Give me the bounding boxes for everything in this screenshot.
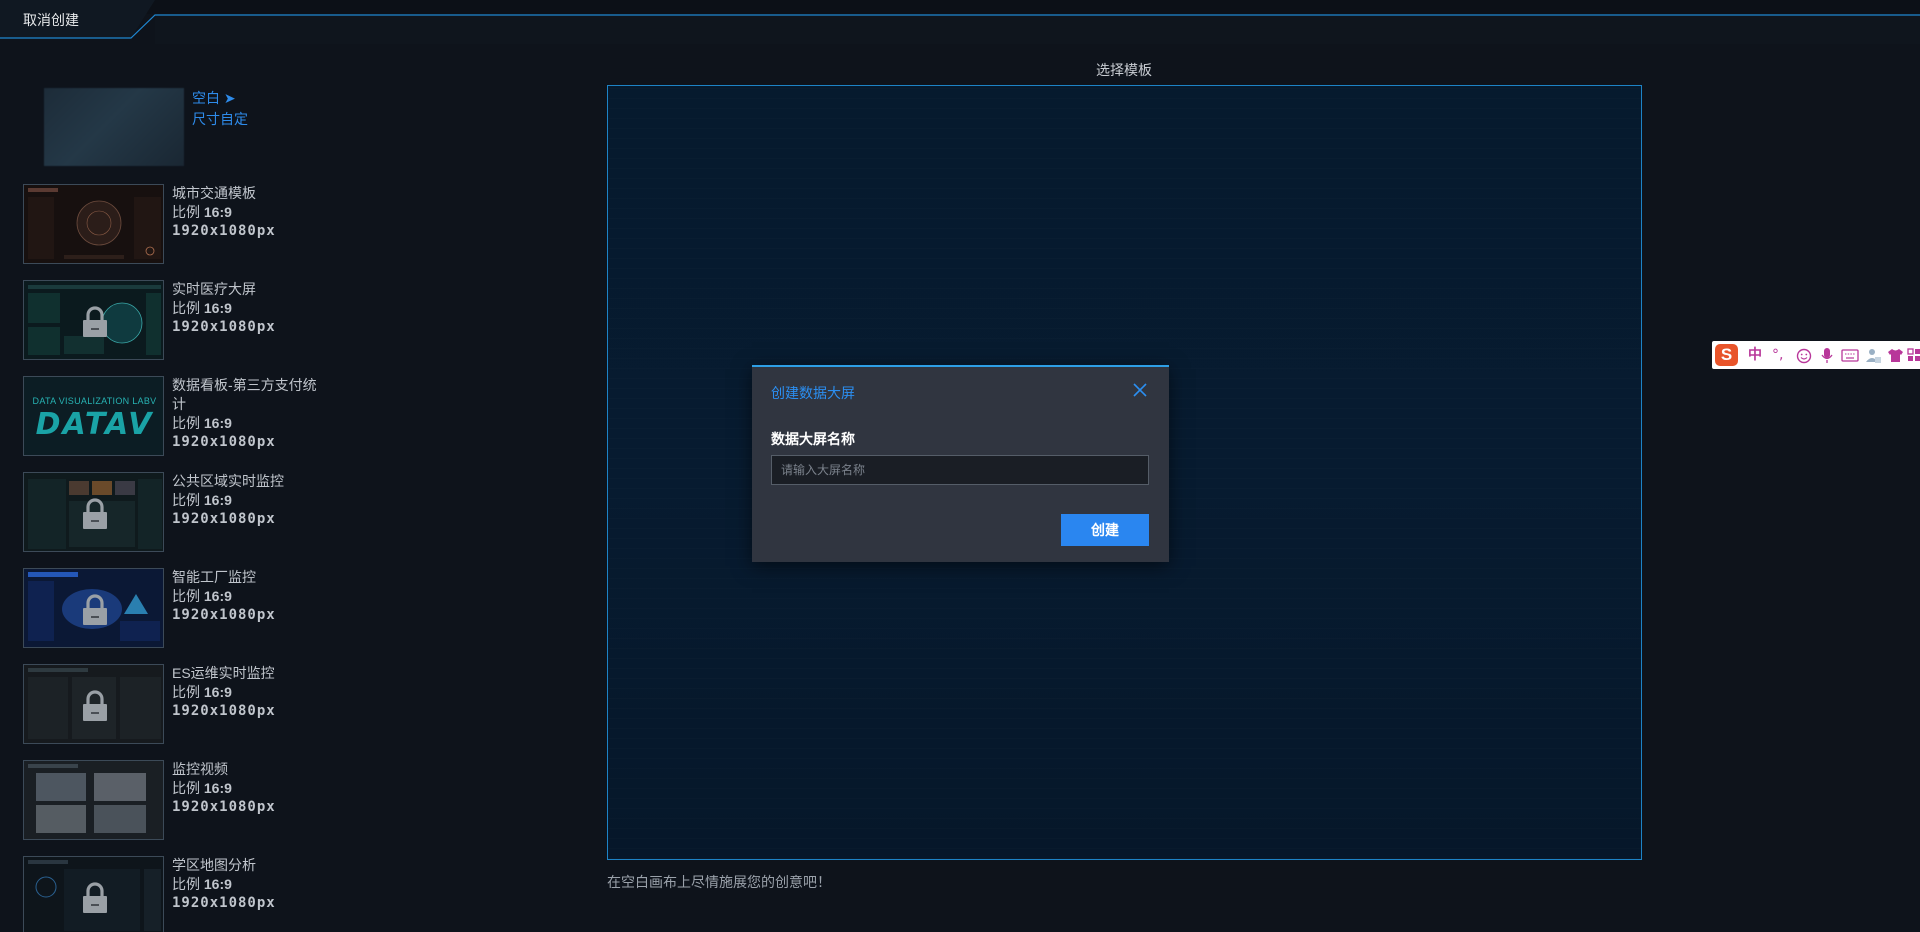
- template-thumbnail[interactable]: [23, 184, 164, 264]
- template-item[interactable]: 监控视频 比例 16:9 1920x1080px: [23, 760, 313, 840]
- screen-name-input[interactable]: [771, 455, 1149, 485]
- canvas-hint: 在空白画布上尽情施展您的创意吧！: [607, 874, 831, 890]
- template-size: 1920x1080px: [172, 434, 276, 450]
- template-size: 1920x1080px: [172, 511, 276, 527]
- create-button[interactable]: 创建: [1061, 514, 1149, 546]
- ime-mode-toggle[interactable]: 中: [1748, 345, 1762, 365]
- template-name: 数据看板-第三方支付统计: [172, 377, 317, 412]
- blank-template-thumbnail[interactable]: [44, 88, 184, 166]
- canvas-title: 选择模板: [1096, 62, 1152, 78]
- template-item[interactable]: 学区地图分析 比例 16:9 1920x1080px: [23, 856, 313, 932]
- city-traffic-preview: [24, 185, 163, 263]
- template-thumbnail[interactable]: [23, 856, 164, 932]
- create-screen-dialog: 创建数据大屏 数据大屏名称 创建: [752, 365, 1169, 562]
- template-thumbnail[interactable]: [23, 568, 164, 648]
- template-size: 1920x1080px: [172, 895, 276, 911]
- template-name: ES运维实时监控: [172, 665, 275, 681]
- template-size: 1920x1080px: [172, 319, 276, 335]
- template-info: ES运维实时监控 比例 16:9 1920x1080px: [172, 664, 322, 721]
- video-monitor-preview: [24, 761, 163, 839]
- template-item[interactable]: ES运维实时监控 比例 16:9 1920x1080px: [23, 664, 313, 744]
- template-ratio: 比例 16:9: [172, 300, 232, 316]
- template-name: 监控视频: [172, 761, 228, 777]
- template-ratio: 比例 16:9: [172, 684, 232, 700]
- datav-preview-caption: DATA VISUALIZATION LABV: [32, 396, 157, 406]
- template-info: 监控视频 比例 16:9 1920x1080px: [172, 760, 322, 817]
- template-name: 实时医疗大屏: [172, 281, 256, 297]
- punctuation-toggle[interactable]: °,: [1772, 345, 1783, 365]
- cancel-create-button[interactable]: 取消创建: [23, 10, 79, 30]
- template-size: 1920x1080px: [172, 703, 276, 719]
- lock-icon: [83, 690, 107, 721]
- template-item[interactable]: 城市交通模板 比例 16:9 1920x1080px: [23, 184, 313, 264]
- template-info: 实时医疗大屏 比例 16:9 1920x1080px: [172, 280, 322, 337]
- template-size: 1920x1080px: [172, 799, 276, 815]
- template-thumbnail[interactable]: [23, 472, 164, 552]
- template-ratio: 比例 16:9: [172, 588, 232, 604]
- blank-template-title[interactable]: 空白 ➤: [192, 88, 248, 109]
- template-ratio: 比例 16:9: [172, 204, 232, 220]
- lock-icon: [83, 882, 107, 913]
- dialog-title: 创建数据大屏: [771, 385, 855, 401]
- top-bar: 取消创建: [0, 0, 1920, 44]
- template-item[interactable]: 实时医疗大屏 比例 16:9 1920x1080px: [23, 280, 313, 360]
- top-bar-decoration: [0, 0, 1920, 44]
- user-tools-icon[interactable]: [1865, 347, 1882, 364]
- template-info: 智能工厂监控 比例 16:9 1920x1080px: [172, 568, 322, 625]
- lock-icon: [83, 594, 107, 625]
- screen-name-label: 数据大屏名称: [771, 431, 855, 447]
- template-info: 学区地图分析 比例 16:9 1920x1080px: [172, 856, 322, 913]
- lock-icon: [83, 498, 107, 529]
- template-item[interactable]: 智能工厂监控 比例 16:9 1920x1080px: [23, 568, 313, 648]
- template-thumbnail[interactable]: [23, 760, 164, 840]
- emoji-icon[interactable]: [1796, 348, 1812, 364]
- microphone-icon[interactable]: [1820, 347, 1834, 364]
- lock-icon: [83, 306, 107, 337]
- template-ratio: 比例 16:9: [172, 415, 232, 431]
- template-info: 城市交通模板 比例 16:9 1920x1080px: [172, 184, 322, 241]
- template-name: 学区地图分析: [172, 857, 256, 873]
- sogou-logo-icon[interactable]: S: [1715, 344, 1738, 366]
- template-item[interactable]: 公共区域实时监控 比例 16:9 1920x1080px: [23, 472, 313, 552]
- skin-shirt-icon[interactable]: [1887, 348, 1904, 363]
- template-thumbnail[interactable]: [23, 664, 164, 744]
- template-info: 数据看板-第三方支付统计 比例 16:9 1920x1080px: [172, 376, 322, 452]
- template-info: 公共区域实时监控 比例 16:9 1920x1080px: [172, 472, 322, 529]
- template-ratio: 比例 16:9: [172, 876, 232, 892]
- keyboard-icon[interactable]: [1841, 349, 1859, 362]
- template-item[interactable]: DATA VISUALIZATION LABV DATAV 数据看板-第三方支付…: [23, 376, 317, 456]
- template-ratio: 比例 16:9: [172, 780, 232, 796]
- blank-template-subtitle: 尺寸自定: [192, 111, 248, 127]
- template-name: 公共区域实时监控: [172, 473, 284, 489]
- ime-toolbar: S 中 °,: [1712, 341, 1920, 369]
- template-name: 城市交通模板: [172, 185, 256, 201]
- template-thumbnail[interactable]: DATA VISUALIZATION LABV DATAV: [23, 376, 164, 456]
- datav-logo: DATAV: [35, 407, 154, 442]
- template-thumbnail[interactable]: [23, 280, 164, 360]
- blank-template-label[interactable]: 空白 ➤ 尺寸自定: [192, 88, 248, 130]
- template-name: 智能工厂监控: [172, 569, 256, 585]
- toolbox-grid-icon[interactable]: [1907, 348, 1920, 362]
- template-ratio: 比例 16:9: [172, 492, 232, 508]
- template-size: 1920x1080px: [172, 223, 276, 239]
- close-icon[interactable]: [1131, 381, 1149, 399]
- template-size: 1920x1080px: [172, 607, 276, 623]
